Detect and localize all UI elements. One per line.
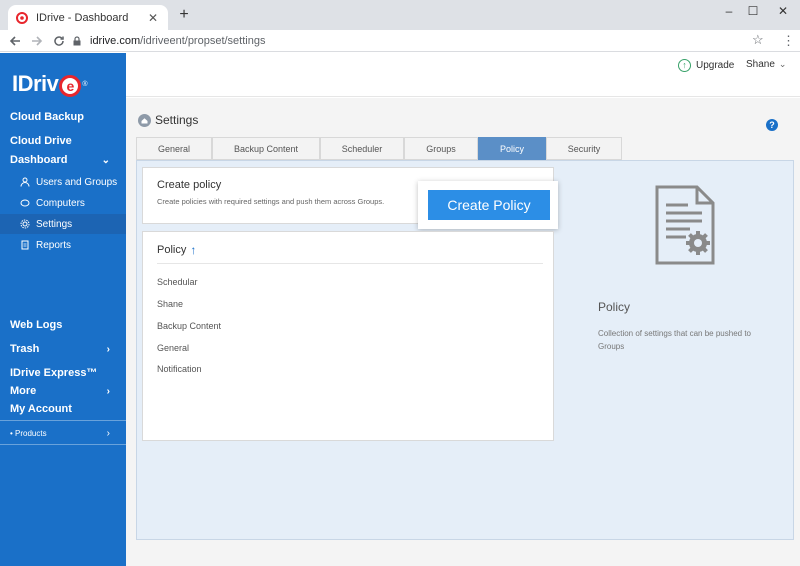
sidebar-sub-label: Reports: [36, 239, 72, 251]
url-text: idrive.com/idriveent/propset/settings: [90, 35, 265, 47]
sidebar-sub-label: Users and Groups: [36, 176, 118, 188]
sidebar-item-cloud-backup[interactable]: Cloud Backup: [0, 107, 126, 127]
forward-button[interactable]: [28, 32, 46, 50]
policy-info: Policy Collection of settings that can b…: [598, 300, 778, 353]
logo-registered: ®: [82, 80, 88, 88]
reports-icon: [21, 240, 29, 250]
policy-list-item[interactable]: Shane: [157, 299, 183, 309]
policy-list-item[interactable]: Schedular: [157, 277, 198, 287]
policy-list-heading: Policy: [157, 244, 187, 256]
sort-ascending-icon[interactable]: ↑: [190, 243, 196, 257]
arrow-right-icon: [32, 36, 43, 46]
idrive-favicon-icon: [16, 11, 28, 24]
chevron-right-icon: ›: [106, 427, 110, 439]
chevron-down-icon: ⌄: [101, 154, 110, 166]
policy-list-item[interactable]: Backup Content: [157, 321, 221, 331]
page-title: Settings: [138, 113, 198, 127]
products-label: • Products: [10, 428, 47, 438]
tab-security[interactable]: Security: [546, 137, 622, 160]
sidebar-item-more[interactable]: More ›: [0, 381, 126, 401]
sidebar-item-computers[interactable]: Computers: [0, 193, 126, 213]
lock-icon: [73, 36, 81, 46]
policy-info-heading: Policy: [598, 300, 631, 314]
sidebar-item-label: Cloud Drive: [10, 135, 72, 147]
new-tab-button[interactable]: +: [176, 7, 192, 23]
reload-button[interactable]: [50, 32, 68, 50]
arrow-left-icon: [9, 36, 20, 46]
gear-icon: [20, 219, 30, 229]
sidebar: IDriv e ® Cloud Backup Cloud Drive Dashboa…: [0, 53, 126, 566]
tab-backup-content[interactable]: Backup Content: [212, 137, 320, 160]
sidebar-item-idrive-express[interactable]: IDrive Express™: [0, 363, 126, 383]
create-policy-button[interactable]: Create Policy: [428, 190, 550, 220]
sidebar-item-trash[interactable]: Trash ›: [0, 339, 126, 359]
create-policy-button-frame: Create Policy: [418, 181, 558, 229]
logo-e-mark: e: [59, 75, 82, 97]
home-icon[interactable]: [138, 113, 151, 127]
sidebar-sub-label: Settings: [36, 218, 73, 230]
sidebar-item-my-account[interactable]: My Account: [0, 399, 126, 419]
sidebar-item-cloud-drive[interactable]: Cloud Drive: [0, 131, 126, 151]
sidebar-item-label: More: [10, 385, 37, 397]
create-policy-heading: Create policy: [157, 179, 222, 191]
address-bar[interactable]: idrive.com/idriveent/propset/settings: [72, 31, 752, 51]
top-bar: ↑ Upgrade Shane ⌄: [126, 53, 800, 97]
home-glyph: [141, 117, 148, 123]
sidebar-item-label: IDrive Express™: [10, 367, 98, 379]
policy-info-description: Collection of settings that can be pushe…: [598, 329, 751, 351]
chevron-down-icon: ⌄: [778, 59, 787, 69]
sidebar-item-label: Dashboard: [10, 154, 68, 166]
browser-toolbar: idrive.com/idriveent/propset/settings ☆ …: [0, 30, 800, 52]
logo-text: IDriv: [12, 71, 59, 96]
bookmark-star-icon[interactable]: ☆: [752, 32, 764, 48]
browser-menu-icon[interactable]: ⋮: [782, 33, 795, 49]
policy-list-item[interactable]: Notification: [157, 364, 202, 374]
upgrade-link[interactable]: ↑ Upgrade: [678, 59, 734, 72]
policy-list-header[interactable]: Policy ↑: [157, 243, 196, 257]
arrow-up-circle-icon: ↑: [678, 59, 691, 72]
tab-general[interactable]: General: [136, 137, 212, 160]
policy-document-icon: [655, 185, 715, 265]
url-path: /idriveent/propset/settings: [140, 35, 266, 47]
sidebar-divider: [0, 444, 126, 445]
browser-tab-title: IDrive - Dashboard: [36, 11, 129, 24]
sidebar-item-label: My Account: [10, 403, 72, 415]
close-tab-icon[interactable]: ✕: [146, 11, 160, 25]
sidebar-item-settings[interactable]: Settings: [0, 214, 126, 234]
chevron-right-icon: ›: [106, 343, 110, 355]
policy-list-item[interactable]: General: [157, 343, 189, 353]
sidebar-sub-label: Computers: [36, 197, 85, 209]
policy-list-divider: [157, 263, 543, 264]
user-menu[interactable]: Shane ⌄: [746, 59, 786, 70]
close-window-button[interactable]: ✕: [760, 0, 800, 22]
browser-tab-bar: IDrive - Dashboard ✕ + – ☐ ✕: [0, 0, 800, 30]
user-name: Shane: [746, 59, 775, 70]
sidebar-divider: [0, 420, 126, 421]
sidebar-item-users-and-groups[interactable]: Users and Groups: [0, 172, 126, 192]
tab-scheduler[interactable]: Scheduler: [320, 137, 404, 160]
sidebar-item-web-logs[interactable]: Web Logs: [0, 315, 126, 335]
sidebar-item-label: Cloud Backup: [10, 111, 84, 123]
sidebar-item-dashboard[interactable]: Dashboard ⌄: [0, 150, 126, 170]
browser-tab[interactable]: IDrive - Dashboard ✕: [8, 5, 168, 30]
policy-list-card: Policy ↑ Schedular Shane Backup Content …: [142, 231, 554, 441]
sidebar-item-reports[interactable]: Reports: [0, 235, 126, 255]
sidebar-item-products[interactable]: • Products ›: [0, 423, 126, 443]
tab-policy[interactable]: Policy: [478, 137, 546, 160]
back-button[interactable]: [6, 32, 24, 50]
chevron-right-icon: ›: [106, 385, 110, 397]
reload-icon: [54, 36, 64, 46]
page-title-text: Settings: [155, 113, 199, 127]
computers-icon: [20, 199, 30, 207]
sidebar-item-label: Web Logs: [10, 319, 63, 331]
url-host: idrive.com: [90, 35, 141, 47]
users-icon: [20, 177, 30, 187]
sidebar-item-label: Trash: [10, 343, 40, 355]
create-policy-description: Create policies with required settings a…: [157, 197, 385, 206]
idrive-logo[interactable]: IDriv e ®: [12, 69, 88, 99]
upgrade-label: Upgrade: [696, 60, 735, 71]
help-icon[interactable]: ?: [766, 119, 778, 131]
tab-groups[interactable]: Groups: [404, 137, 478, 160]
